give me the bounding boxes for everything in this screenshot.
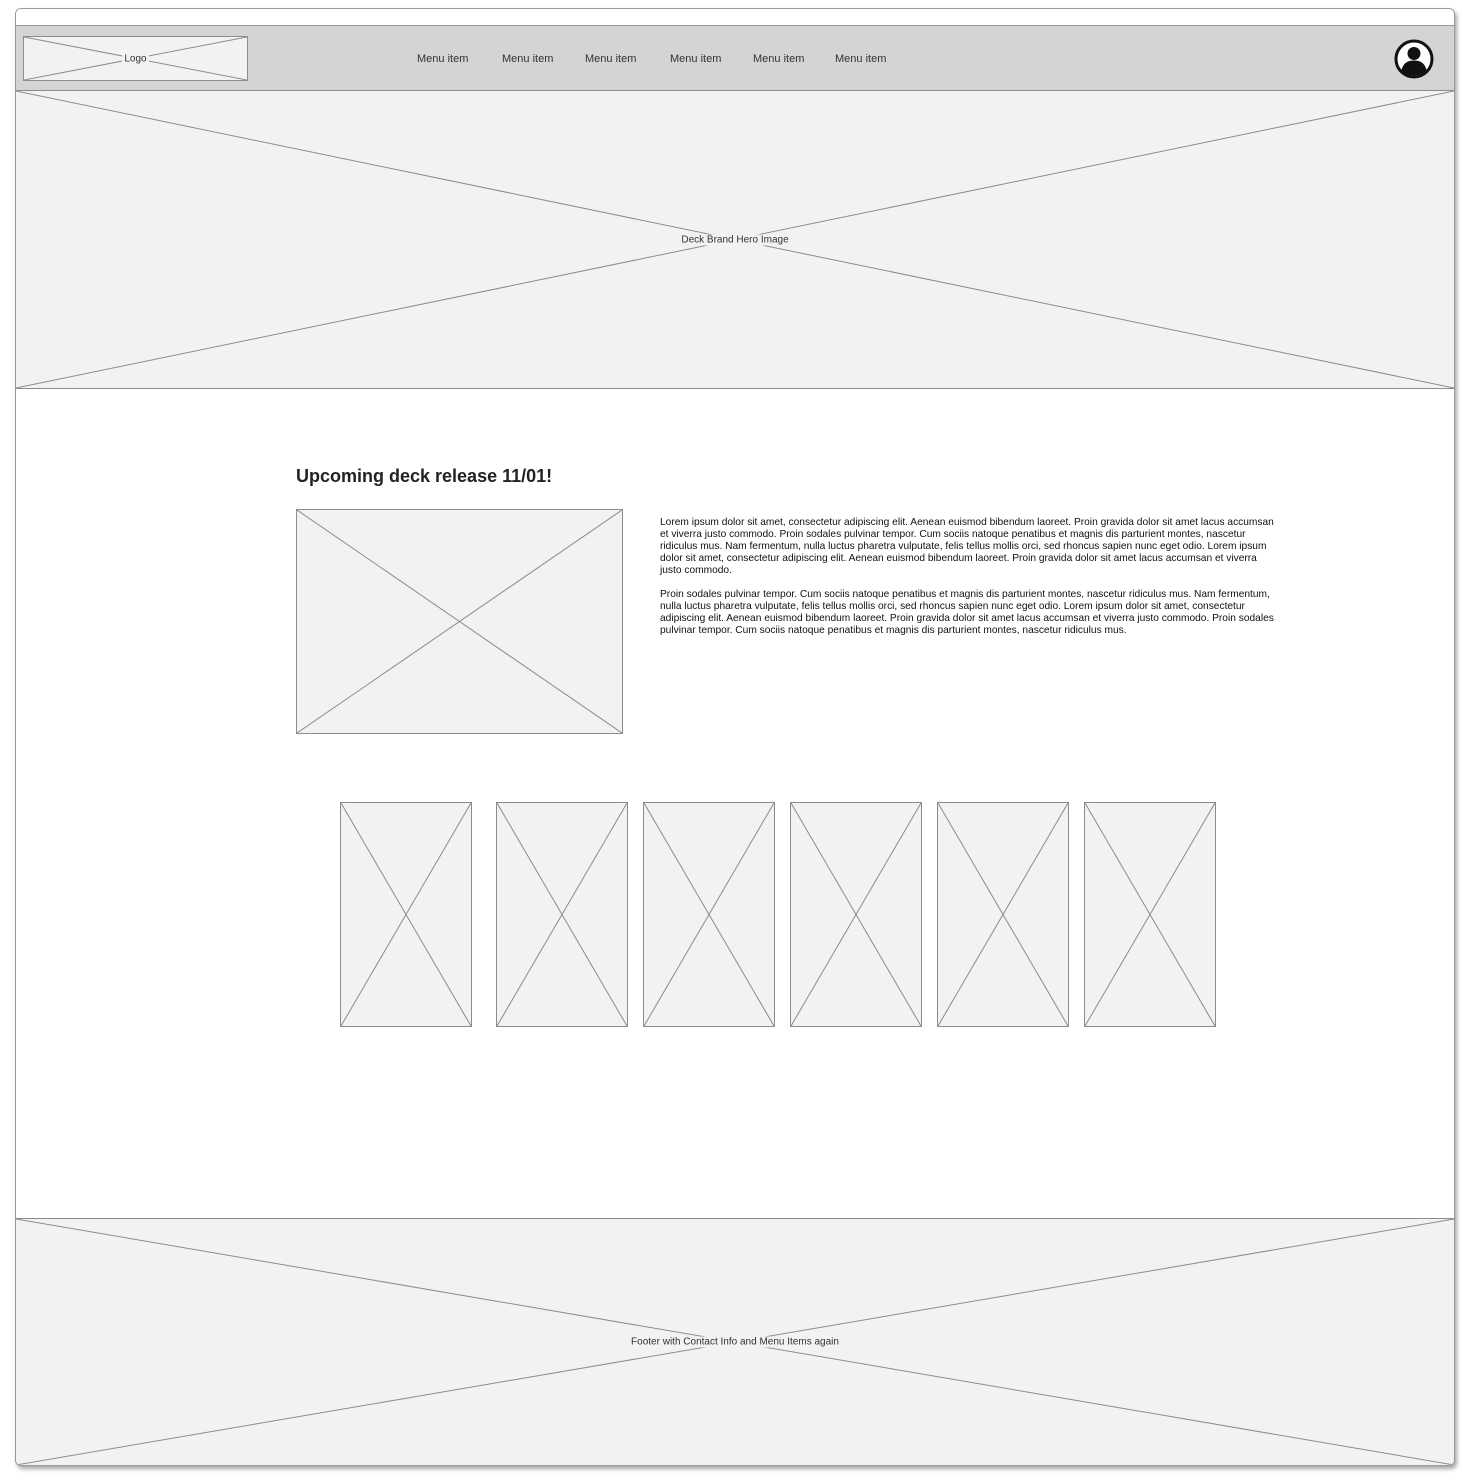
footer-placeholder: Footer with Contact Info and Menu Items …	[16, 1218, 1454, 1465]
user-avatar-icon[interactable]	[1394, 39, 1434, 79]
feature-image-placeholder	[296, 509, 623, 734]
nav-item-2[interactable]: Menu item	[502, 53, 553, 65]
nav-item-5[interactable]: Menu item	[753, 53, 804, 65]
deck-card-placeholder-5[interactable]	[937, 802, 1069, 1027]
main-nav: Menu item Menu item Menu item Menu item …	[16, 26, 1454, 90]
deck-card-placeholder-2[interactable]	[496, 802, 628, 1027]
body-copy: Lorem ipsum dolor sit amet, consectetur …	[660, 517, 1280, 649]
deck-card-placeholder-6[interactable]	[1084, 802, 1216, 1027]
site-header: Logo Menu item Menu item Menu item Menu …	[16, 26, 1454, 91]
deck-card-placeholder-3[interactable]	[643, 802, 775, 1027]
placeholder-cross-icon	[16, 91, 1454, 388]
placeholder-cross-icon	[1085, 803, 1215, 1026]
paragraph-2: Proin sodales pulvinar tempor. Cum socii…	[660, 589, 1274, 636]
nav-item-1[interactable]: Menu item	[417, 53, 468, 65]
browser-frame: Logo Menu item Menu item Menu item Menu …	[15, 8, 1455, 1466]
page-title: Upcoming deck release 11/01!	[296, 466, 553, 486]
placeholder-cross-icon	[16, 1219, 1454, 1465]
placeholder-cross-icon	[341, 803, 471, 1026]
deck-card-placeholder-4[interactable]	[790, 802, 922, 1027]
nav-item-6[interactable]: Menu item	[835, 53, 886, 65]
nav-item-3[interactable]: Menu item	[585, 53, 636, 65]
window-top-bar	[16, 9, 1454, 26]
hero-image-placeholder: Deck Brand Hero Image	[16, 90, 1454, 389]
nav-item-4[interactable]: Menu item	[670, 53, 721, 65]
placeholder-cross-icon	[297, 510, 622, 733]
placeholder-cross-icon	[497, 803, 627, 1026]
deck-card-placeholder-1[interactable]	[340, 802, 472, 1027]
placeholder-cross-icon	[644, 803, 774, 1026]
paragraph-1: Lorem ipsum dolor sit amet, consectetur …	[660, 517, 1274, 576]
placeholder-cross-icon	[938, 803, 1068, 1026]
placeholder-cross-icon	[791, 803, 921, 1026]
